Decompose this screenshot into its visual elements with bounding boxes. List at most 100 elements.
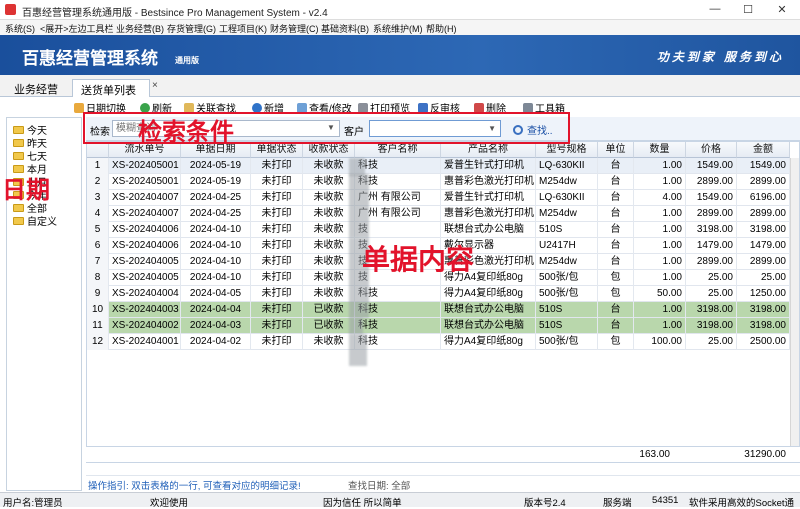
cell-price: 25.00 bbox=[686, 334, 737, 350]
banner-slogan: 功夫到家 服务到心 bbox=[656, 50, 784, 64]
cell-model: LQ-630KII bbox=[536, 158, 598, 174]
column-header[interactable]: 金额 bbox=[737, 142, 790, 158]
column-header[interactable]: 单据状态 bbox=[251, 142, 303, 158]
cell-doc: 未打印 bbox=[251, 318, 303, 334]
column-header[interactable]: 单位 bbox=[598, 142, 634, 158]
cell-model: U2417H bbox=[536, 238, 598, 254]
cell-n: 10 bbox=[87, 302, 109, 318]
menu-finance[interactable]: 财务管理(C) bbox=[270, 22, 319, 35]
menu-inventory[interactable]: 存货管理(G) bbox=[167, 22, 216, 35]
sum-amount: 31290.00 bbox=[744, 449, 786, 460]
tab-business[interactable]: 业务经营 bbox=[6, 79, 66, 97]
cell-model: 510S bbox=[536, 222, 598, 238]
cell-n: 5 bbox=[87, 222, 109, 238]
column-header[interactable]: 产品名称 bbox=[441, 142, 536, 158]
cell-no: XS-202404002 bbox=[109, 318, 181, 334]
annotation-date: 日期 bbox=[2, 176, 50, 204]
tab-delivery-list[interactable]: 送货单列表 bbox=[72, 79, 150, 97]
cell-pay: 未收款 bbox=[303, 270, 355, 286]
column-header[interactable]: 客户名称 bbox=[355, 142, 441, 158]
cell-date: 2024-04-10 bbox=[181, 270, 251, 286]
table-row[interactable]: 10XS-2024040032024-04-04未打印已收款科技联想台式办公电脑… bbox=[87, 302, 799, 318]
folder-icon bbox=[13, 125, 24, 134]
cell-doc: 未打印 bbox=[251, 238, 303, 254]
cell-price: 25.00 bbox=[686, 286, 737, 302]
app-icon bbox=[5, 4, 16, 15]
column-header[interactable]: 型号规格 bbox=[536, 142, 598, 158]
banner-title: 百惠经营管理系统 bbox=[22, 49, 158, 69]
column-header[interactable]: 数量 bbox=[634, 142, 686, 158]
menu-system[interactable]: 系统(S) bbox=[5, 22, 35, 35]
tree-label: 自定义 bbox=[27, 217, 57, 228]
annotation-search: 检索条件 bbox=[138, 118, 234, 146]
cell-prod: 联想台式办公电脑 bbox=[441, 222, 536, 238]
cell-no: XS-202404003 bbox=[109, 302, 181, 318]
privacy-mask bbox=[349, 174, 369, 238]
table-row[interactable]: 12 XS-202404001 2024-04-02 未打印 未收款 科技 得力A4复印纸8… bbox=[87, 334, 799, 350]
menu-projects[interactable]: 工程项目(K) bbox=[219, 22, 267, 35]
table-row[interactable]: 9XS-2024040042024-04-05未打印未收款科技得力A4复印纸80… bbox=[87, 286, 799, 302]
cell-no: XS-202405001 bbox=[109, 158, 181, 174]
cell-pay: 未收款 bbox=[303, 238, 355, 254]
menu-bar: 系统(S) <展开>左边工具栏 业务经营(B) 存货管理(G) 工程项目(K) … bbox=[0, 20, 800, 35]
cell-doc: 未打印 bbox=[251, 190, 303, 206]
cell-date: 2024-04-10 bbox=[181, 222, 251, 238]
cell-unit: 包 bbox=[598, 334, 634, 350]
table-row[interactable]: 2XS-2024050012024-05-19未打印未收款科技惠普彩色激光打印机… bbox=[87, 174, 799, 190]
cell-model: M254dw bbox=[536, 254, 598, 270]
column-header[interactable] bbox=[87, 142, 109, 158]
cell-pay: 未收款 bbox=[303, 286, 355, 302]
menu-base-data[interactable]: 基础资料(B) bbox=[321, 22, 369, 35]
vertical-scrollbar[interactable] bbox=[790, 158, 799, 462]
table-row[interactable]: 4 XS-202404007 2024-04-25 未打印 未收款 广州 有限公司 惠普彩色… bbox=[87, 206, 799, 222]
cell-prod: 联想台式办公电脑 bbox=[441, 318, 536, 334]
cell-date: 2024-04-10 bbox=[181, 254, 251, 270]
cell-prod: 惠普彩色激光打印机 bbox=[441, 174, 536, 190]
grid-footer: 163.00 31290.00 bbox=[86, 446, 800, 462]
cell-prod: 联想台式办公电脑 bbox=[441, 302, 536, 318]
cell-no: XS-202404006 bbox=[109, 238, 181, 254]
tree-item-custom[interactable]: 自定义 bbox=[13, 213, 57, 228]
cell-price: 2899.00 bbox=[686, 254, 737, 270]
sum-quantity: 163.00 bbox=[639, 449, 670, 460]
cell-n: 2 bbox=[87, 174, 109, 190]
cell-n: 11 bbox=[87, 318, 109, 334]
cell-cust: 科技 bbox=[355, 318, 441, 334]
close-window-button[interactable]: ✕ bbox=[767, 3, 797, 16]
cell-date: 2024-04-04 bbox=[181, 302, 251, 318]
menu-business[interactable]: 业务经营(B) bbox=[116, 22, 164, 35]
cell-no: XS-202404004 bbox=[109, 286, 181, 302]
status-bar: 用户名:管理员 欢迎使用 因为信任 所以简单 版本号2.4 服务端 54351 … bbox=[0, 492, 800, 509]
cell-n: 1 bbox=[87, 158, 109, 174]
column-header[interactable]: 价格 bbox=[686, 142, 737, 158]
cell-price: 1479.00 bbox=[686, 238, 737, 254]
toolbox-icon bbox=[523, 102, 533, 113]
menu-help[interactable]: 帮助(H) bbox=[426, 22, 457, 35]
tab-close-icon[interactable]: × bbox=[152, 80, 158, 91]
cell-qty: 1.00 bbox=[634, 302, 686, 318]
menu-maintenance[interactable]: 系统维护(M) bbox=[373, 22, 423, 35]
delivery-grid: 流水单号 单据日期 单据状态 收款状态 客户名称 产品名称 型号规格 单位 数量 价格 金额 1 XS… bbox=[86, 141, 800, 463]
table-row[interactable]: 11 XS-202404002 2024-04-03 未打印 已收款 科技 联想台式办公电脑… bbox=[87, 318, 799, 334]
cell-unit: 台 bbox=[598, 302, 634, 318]
table-row[interactable]: 1 XS-202405001 2024-05-19 未打印 未收款 科技 爱普生针式打印机 L… bbox=[87, 158, 799, 174]
cell-date: 2024-04-25 bbox=[181, 190, 251, 206]
table-row[interactable]: 5XS-2024040062024-04-10未打印未收款技联想台式办公电脑51… bbox=[87, 222, 799, 238]
table-row[interactable]: 3 XS-202404007 2024-04-25 未打印 未收款 广州 有限公司 爱普生针… bbox=[87, 190, 799, 206]
folder-icon bbox=[13, 138, 24, 147]
cell-cust: 科技 bbox=[355, 158, 441, 174]
cell-cust: 科技 bbox=[355, 334, 441, 350]
link-icon bbox=[184, 102, 194, 113]
delete-icon bbox=[474, 102, 484, 113]
cell-model: 510S bbox=[536, 318, 598, 334]
cell-model: LQ-630KII bbox=[536, 190, 598, 206]
cell-pay: 未收款 bbox=[303, 254, 355, 270]
cell-prod: 得力A4复印纸80g bbox=[441, 286, 536, 302]
cell-doc: 未打印 bbox=[251, 270, 303, 286]
column-header[interactable]: 收款状态 bbox=[303, 142, 355, 158]
minimize-button[interactable]: — bbox=[700, 3, 730, 15]
cell-doc: 未打印 bbox=[251, 158, 303, 174]
maximize-button[interactable]: ☐ bbox=[733, 3, 763, 16]
menu-expand-toolbar[interactable]: <展开>左边工具栏 bbox=[40, 22, 114, 35]
cell-qty: 1.00 bbox=[634, 158, 686, 174]
